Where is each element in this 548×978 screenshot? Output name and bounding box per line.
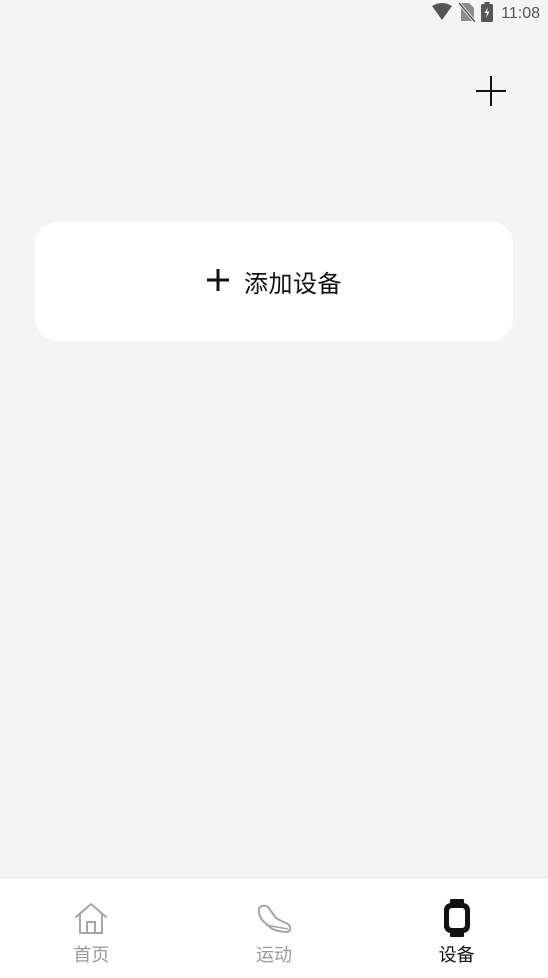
nav-item-sport[interactable]: 运动 bbox=[183, 878, 366, 978]
battery-charging-icon bbox=[481, 2, 494, 26]
nav-label-sport: 运动 bbox=[256, 945, 292, 966]
status-time: 11:08 bbox=[501, 5, 540, 22]
nav-label-device: 设备 bbox=[438, 945, 475, 966]
shoe-icon bbox=[255, 899, 293, 937]
nav-item-device[interactable]: 设备 bbox=[365, 878, 548, 978]
wifi-icon bbox=[431, 3, 453, 25]
watch-icon bbox=[438, 899, 476, 937]
nav-label-home: 首页 bbox=[73, 945, 110, 966]
plus-icon bbox=[206, 268, 230, 296]
add-device-label: 添加设备 bbox=[244, 270, 342, 298]
nav-item-home[interactable]: 首页 bbox=[0, 878, 183, 978]
home-icon bbox=[72, 899, 110, 937]
add-device-content: 添加设备 bbox=[206, 264, 342, 299]
add-device-card[interactable]: 添加设备 bbox=[35, 222, 513, 341]
no-sim-icon bbox=[457, 2, 477, 26]
plus-icon bbox=[474, 74, 508, 112]
status-icons: 11:08 bbox=[431, 2, 540, 26]
status-bar: 11:08 bbox=[0, 0, 548, 28]
add-button[interactable] bbox=[472, 74, 510, 112]
bottom-nav: 首页 运动 设备 bbox=[0, 877, 548, 978]
